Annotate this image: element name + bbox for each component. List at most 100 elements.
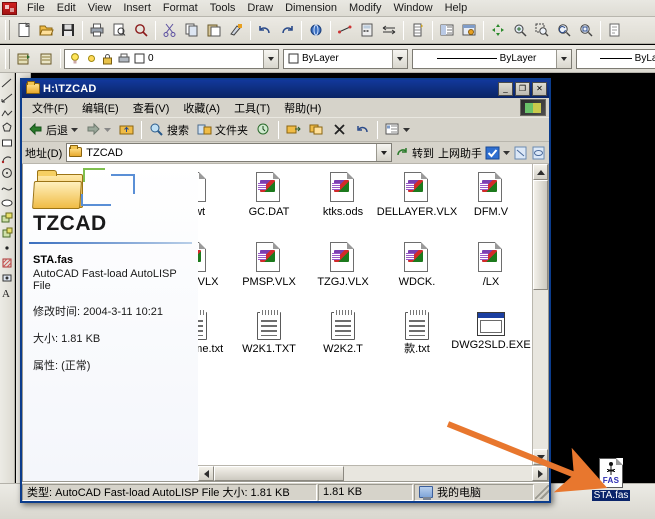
cut-icon[interactable] [159,19,181,41]
pan-realtime-icon[interactable] [487,19,509,41]
arc-icon[interactable] [0,150,14,165]
menu-edit[interactable]: Edit [51,0,82,16]
multiline-text-icon[interactable]: A [0,285,14,300]
scroll-right-button[interactable] [532,466,548,481]
zoom-extents-icon[interactable] [575,19,597,41]
history-button[interactable] [252,119,275,141]
forward-button[interactable] [82,119,115,141]
undo-button[interactable] [351,119,374,141]
file-item[interactable]: .dwt [198,166,232,236]
vscroll-thumb[interactable] [533,180,548,290]
file-item[interactable]: TZGJ.VLX [306,236,380,306]
rectangle-icon[interactable] [0,135,14,150]
copy-icon[interactable] [181,19,203,41]
toolbar-grip[interactable] [5,20,10,40]
file-list-vscrollbar[interactable] [532,164,548,465]
layer-combo[interactable]: 0 [64,48,279,69]
insert-hyperlink-icon[interactable] [305,19,327,41]
scroll-up-button[interactable] [533,164,548,180]
polyline-icon[interactable] [0,105,14,120]
linetype-combo[interactable]: ByLayer [412,48,572,69]
distance-icon[interactable] [334,19,356,41]
scroll-left-button[interactable] [198,466,214,481]
designcenter-icon[interactable] [436,19,458,41]
file-item[interactable]: DFM.V [454,166,528,236]
layer-combo-arrow[interactable] [263,49,278,68]
file-item[interactable]: Readme.txt [198,306,232,376]
construction-line-icon[interactable] [0,90,14,105]
chevron-down-icon[interactable] [104,124,111,136]
delete-button[interactable] [328,119,351,141]
file-item[interactable]: DELLAYER.VLX [377,166,457,236]
file-item[interactable]: LWX.VLX [198,236,232,306]
make-object-current-icon[interactable] [13,48,35,70]
file-item[interactable]: PMSP.VLX [232,236,306,306]
redo-icon[interactable] [276,19,298,41]
vscroll-track[interactable] [533,290,548,449]
new-icon[interactable] [13,19,35,41]
resize-grip[interactable] [535,485,549,499]
edit-page-icon[interactable] [513,146,528,160]
copy-to-button[interactable] [305,119,328,141]
spline-icon[interactable] [0,180,14,195]
layer-previous-icon[interactable] [35,48,57,70]
point-icon[interactable] [0,240,14,255]
print-preview-icon[interactable] [108,19,130,41]
properties-icon[interactable] [407,19,429,41]
up-button[interactable] [115,119,138,141]
link-page-icon[interactable] [531,146,546,160]
zoom-window-icon[interactable] [531,19,553,41]
menu-help[interactable]: Help [439,0,474,16]
circle-icon[interactable] [0,165,14,180]
menu-draw[interactable]: Draw [241,0,279,16]
internet-assistant[interactable]: 上网助手 [438,145,546,161]
chevron-down-icon[interactable] [71,124,78,136]
menu-modify[interactable]: Modify [343,0,387,16]
chevron-down-icon[interactable] [403,124,410,136]
chevron-down-icon[interactable] [503,147,510,159]
plot-icon[interactable] [604,19,626,41]
calculator-icon[interactable] [356,19,378,41]
menu-window[interactable]: Window [387,0,438,16]
explorer-menu-tools[interactable]: 工具(T) [227,98,277,118]
address-dropdown-arrow[interactable] [376,144,391,161]
explorer-menu-view[interactable]: 查看(V) [126,98,177,118]
zoom-realtime-icon[interactable] [509,19,531,41]
minimize-button[interactable]: _ [498,82,513,96]
file-item[interactable]: GC.DAT [232,166,306,236]
open-icon[interactable] [35,19,57,41]
back-button[interactable]: 后退 [24,119,82,141]
undo-icon[interactable] [254,19,276,41]
file-list-pane[interactable]: .dwtGC.DATktks.odsDELLAYER.VLXDFM.V.VLXL… [198,164,548,481]
menu-format[interactable]: Format [157,0,204,16]
explorer-menu-favorites[interactable]: 收藏(A) [176,98,227,118]
polygon-icon[interactable] [0,120,14,135]
insert-block-icon[interactable] [0,210,14,225]
save-icon[interactable] [57,19,79,41]
maximize-button[interactable]: ❐ [515,82,530,96]
file-item[interactable]: /LX [454,236,528,306]
menu-tools[interactable]: Tools [204,0,242,16]
file-item[interactable]: ktks.ods [306,166,380,236]
lineweight-combo[interactable]: ByLayer [576,48,655,69]
stretch-icon[interactable] [378,19,400,41]
line-icon[interactable] [0,75,14,90]
address-input[interactable]: TZCAD [66,143,392,162]
file-list-hscrollbar[interactable] [198,465,548,481]
toolbar-grip[interactable] [5,48,10,69]
move-to-button[interactable] [282,119,305,141]
paste-icon[interactable] [203,19,225,41]
ellipse-icon[interactable] [0,195,14,210]
menu-view[interactable]: View [82,0,118,16]
explorer-titlebar[interactable]: H:\TZCAD _ ❐ ✕ [22,80,549,98]
linetype-combo-arrow[interactable] [556,49,571,68]
hscroll-thumb[interactable] [214,466,344,481]
views-button[interactable] [381,119,414,141]
match-properties-icon[interactable] [225,19,247,41]
zoom-previous-icon[interactable] [553,19,575,41]
tool-palettes-icon[interactable] [458,19,480,41]
print-icon[interactable] [86,19,108,41]
color-combo[interactable]: ByLayer [283,48,408,69]
search-button[interactable]: 搜索 [145,119,193,141]
explorer-menu-edit[interactable]: 编辑(E) [75,98,126,118]
